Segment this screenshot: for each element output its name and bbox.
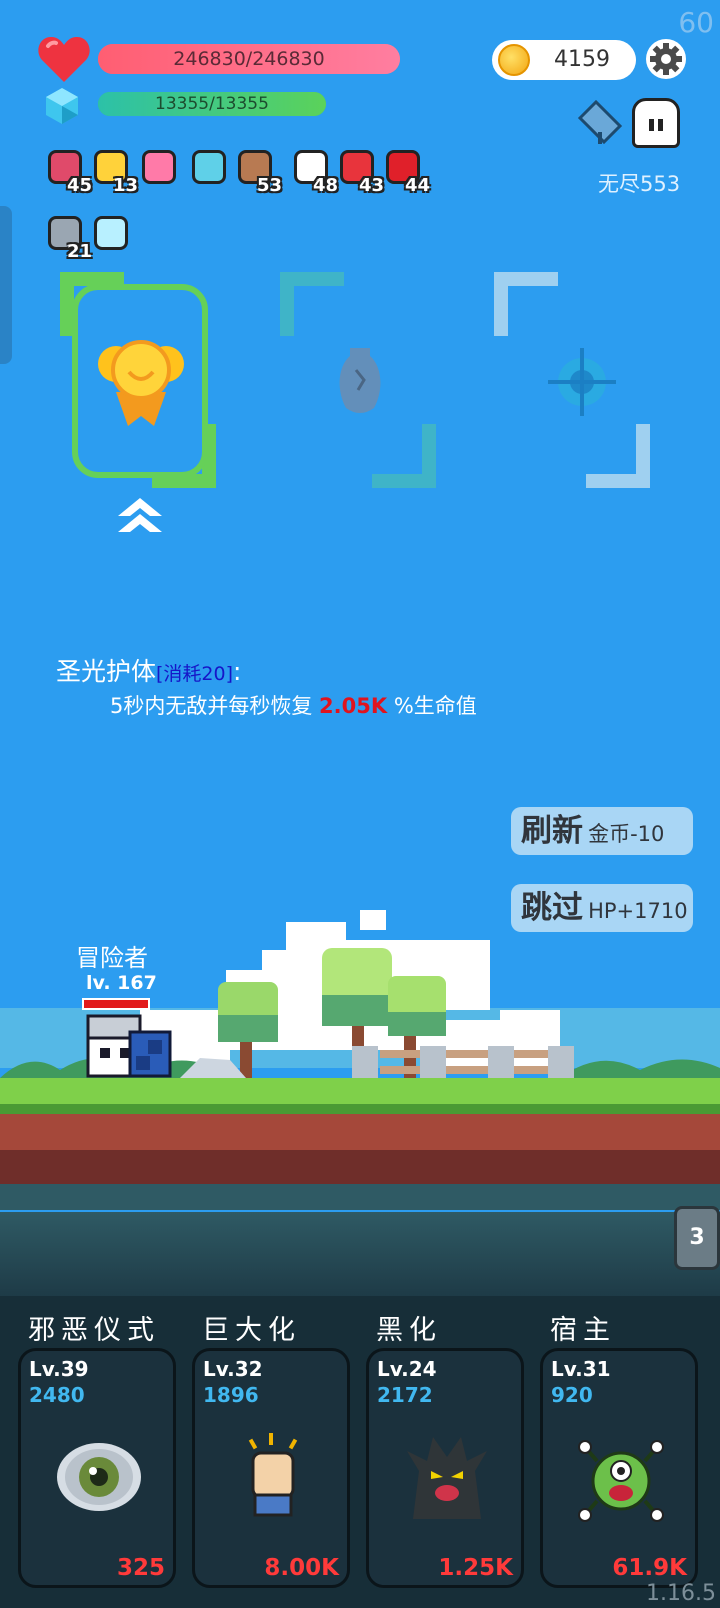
item-count: 45 <box>66 175 92 196</box>
card-level: Lv.32 <box>203 1357 263 1381</box>
player-level: lv. 167 <box>86 972 157 994</box>
jam-jar-icon: 45 <box>46 148 92 196</box>
card-title: 宿主 <box>550 1315 616 1346</box>
apple-icon: 44 <box>384 148 430 196</box>
gear-icon[interactable] <box>645 38 687 80</box>
frame-corner <box>372 424 436 488</box>
card-value: 8.00K <box>264 1555 339 1581</box>
hp-bar: 246830/246830 <box>98 44 400 74</box>
crown-icon: 13 <box>92 148 138 196</box>
dark-tree-monster-icon <box>407 1437 487 1519</box>
endless-level-label: 无尽553 <box>598 172 681 196</box>
side-drawer-handle[interactable] <box>0 206 12 364</box>
sparkle-icon <box>92 214 132 254</box>
gold-counter: 4159 <box>492 40 636 80</box>
skill-card-1[interactable]: Lv.39 2480 325 <box>18 1348 176 1588</box>
item-count: 43 <box>358 175 384 196</box>
item-count: 48 <box>312 175 338 196</box>
frame-corner <box>280 272 344 336</box>
version-label: 1.16.5 <box>646 1581 716 1606</box>
sword-icon: 21 <box>46 214 92 262</box>
sock-icon: 43 <box>338 148 384 196</box>
card-value: 1.25K <box>438 1555 513 1581</box>
mana-gem-icon <box>46 88 78 124</box>
card-upgrade-price: 920 <box>551 1383 593 1407</box>
skill-desc-value: 2.05K <box>319 694 388 718</box>
sparkle-icon-shape <box>94 216 128 250</box>
player-name: 冒险者 <box>76 944 148 972</box>
gold-amount: 4159 <box>554 47 610 72</box>
item-count: 13 <box>112 175 138 196</box>
mp-text: 13355/13355 <box>155 94 269 114</box>
eye-icon <box>57 1443 141 1511</box>
donut-icon: 53 <box>236 148 282 196</box>
card-value: 61.9K <box>612 1555 687 1581</box>
card-level: Lv.31 <box>551 1357 611 1381</box>
underground-strip <box>0 1212 720 1296</box>
skill-cost: [消耗20] <box>156 663 234 685</box>
card-title: 黑化 <box>376 1315 442 1346</box>
skill-name: 圣光护体 <box>56 657 157 686</box>
player-health-fill <box>84 1000 148 1008</box>
card-title: 邪恶仪式 <box>28 1315 160 1346</box>
fist-icon <box>248 1433 298 1517</box>
card-value: 325 <box>116 1555 165 1581</box>
skill-card-3[interactable]: Lv.24 2172 1.25K <box>366 1348 524 1588</box>
card-upgrade-price: 2480 <box>29 1383 85 1407</box>
map-flag-icon[interactable] <box>576 98 624 146</box>
magnifier-icon-shape <box>192 150 226 184</box>
green-virus-monster-icon <box>578 1440 664 1522</box>
skill-card-2[interactable]: Lv.32 1896 8.00K <box>192 1348 350 1588</box>
love-letter-icon-shape <box>142 150 176 184</box>
skill-colon: : <box>233 657 242 686</box>
skill-card-4[interactable]: Lv.31 920 61.9K <box>540 1348 698 1588</box>
card-title: 巨大化 <box>202 1315 301 1346</box>
item-count: 44 <box>404 175 430 196</box>
card-level: Lv.39 <box>29 1357 89 1381</box>
card-upgrade-price: 2172 <box>377 1383 433 1407</box>
player-health-bar <box>82 998 150 1010</box>
item-count: 21 <box>66 241 92 262</box>
fps-counter: 60 <box>678 6 714 39</box>
card-upgrade-price: 1896 <box>203 1383 259 1407</box>
hp-text: 246830/246830 <box>173 48 325 70</box>
refresh-cost: 金币-10 <box>588 822 665 846</box>
item-count: 53 <box>256 175 282 196</box>
love-letter-icon <box>140 148 180 188</box>
magnifier-icon <box>190 148 230 188</box>
frame-corner <box>586 424 650 488</box>
ghost-pet-icon[interactable] <box>632 98 680 148</box>
frame-corner <box>494 272 558 336</box>
skill-desc-suffix: %生命值 <box>387 694 477 718</box>
refresh-label: 刷新 <box>521 813 583 849</box>
refresh-button[interactable]: 刷新 金币-10 <box>511 807 693 855</box>
flower-icon: 48 <box>292 148 338 196</box>
skill-title: 圣光护体[消耗20]: <box>56 652 241 688</box>
crosshair-icon <box>548 348 616 416</box>
side-tab-counter[interactable]: 3 <box>674 1206 720 1270</box>
upgrade-arrow-icon <box>118 498 162 532</box>
heart-icon <box>38 36 90 82</box>
mp-bar: 13355/13355 <box>98 92 326 116</box>
gold-coin-icon <box>498 44 530 76</box>
skill-description: 5秒内无敌并每秒恢复 2.05K %生命值 <box>110 690 477 720</box>
golden-medal-icon <box>98 340 184 426</box>
cracked-vase-icon <box>339 348 381 413</box>
card-level: Lv.24 <box>377 1357 437 1381</box>
skill-desc-prefix: 5秒内无敌并每秒恢复 <box>110 694 320 718</box>
